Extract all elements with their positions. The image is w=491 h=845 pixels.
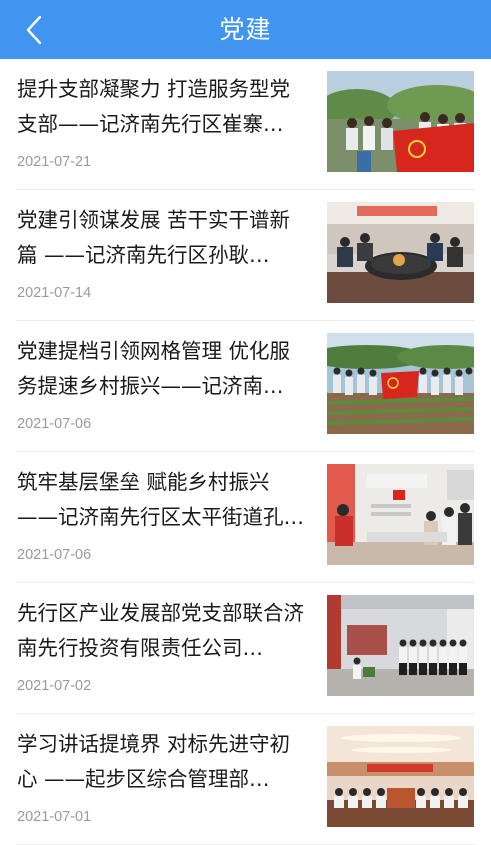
list-item[interactable]: 先行区产业发展部党支部联合济南先行投资有限责任公司… 2021-07-02: [0, 583, 491, 714]
article-date: 2021-07-06: [17, 547, 92, 563]
list-item[interactable]: 学习讲话提境界 对标先进守初心 ——起步区综合管理部… 2021-07-01: [0, 714, 491, 845]
app-header: 党建: [0, 0, 491, 59]
article-thumbnail[interactable]: [327, 333, 474, 434]
article-date: 2021-07-02: [17, 678, 92, 694]
article-list: 提升支部凝聚力 打造服务型党支部——记济南先行区崔寨… 2021-07-21 党…: [0, 59, 491, 845]
article-thumbnail[interactable]: [327, 464, 474, 565]
back-button[interactable]: [14, 10, 54, 50]
article-date: 2021-07-14: [17, 285, 92, 301]
article-title: 党建提档引领网格管理 优化服务提速乡村振兴——记济南…: [17, 339, 291, 398]
list-item[interactable]: 党建提档引领网格管理 优化服务提速乡村振兴——记济南… 2021-07-06: [0, 321, 491, 452]
page-title: 党建: [219, 15, 272, 44]
article-title: 提升支部凝聚力 打造服务型党支部——记济南先行区崔寨…: [17, 77, 291, 136]
chevron-left-icon: [26, 15, 42, 45]
article-title: 先行区产业发展部党支部联合济南先行投资有限责任公司…: [17, 601, 304, 660]
article-date: 2021-07-21: [17, 154, 92, 170]
list-item[interactable]: 党建引领谋发展 苦干实干谱新篇 ——记济南先行区孙耿… 2021-07-14: [0, 190, 491, 321]
article-thumbnail[interactable]: [327, 202, 474, 303]
list-item[interactable]: 筑牢基层堡垒 赋能乡村振兴——记济南先行区太平街道孔… 2021-07-06: [0, 452, 491, 583]
article-thumbnail[interactable]: [327, 726, 474, 827]
article-date: 2021-07-06: [17, 416, 92, 432]
article-title: 党建引领谋发展 苦干实干谱新篇 ——记济南先行区孙耿…: [17, 208, 291, 267]
article-thumbnail[interactable]: [327, 595, 474, 696]
list-item[interactable]: 提升支部凝聚力 打造服务型党支部——记济南先行区崔寨… 2021-07-21: [0, 59, 491, 190]
article-title: 学习讲话提境界 对标先进守初心 ——起步区综合管理部…: [17, 732, 291, 791]
article-title: 筑牢基层堡垒 赋能乡村振兴——记济南先行区太平街道孔…: [17, 470, 304, 529]
article-thumbnail[interactable]: [327, 71, 474, 172]
